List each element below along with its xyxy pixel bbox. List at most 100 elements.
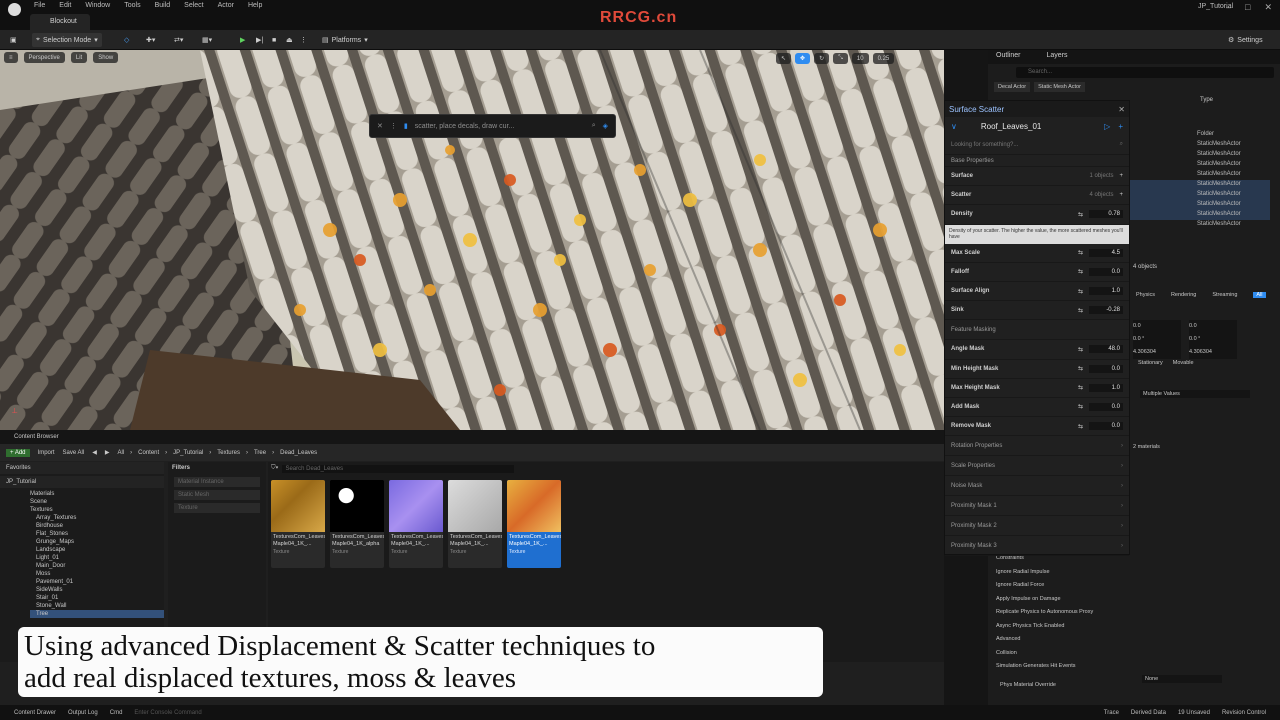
trace-button[interactable]: Trace xyxy=(1104,710,1119,716)
step-icon[interactable]: ▶| xyxy=(252,33,267,47)
angle-mask-row[interactable]: Angle Mask ⇆ 48.0 xyxy=(945,340,1129,360)
close-icon[interactable]: ✕ xyxy=(1264,2,1272,13)
breadcrumb-item[interactable]: Content xyxy=(138,450,159,456)
scatter-search-input[interactable]: Looking for something?... ⌕ xyxy=(945,135,1129,155)
asset-tile[interactable]: TexturesCom_Leaves_Norway Maple04_1K_...… xyxy=(271,480,325,568)
outliner-row-type[interactable]: StaticMeshActor xyxy=(1197,161,1241,167)
base-properties-header[interactable]: Base Properties xyxy=(945,155,1129,167)
folder-item[interactable]: Light_01 xyxy=(30,554,164,562)
scale-x-field[interactable]: 4.306304 xyxy=(1133,346,1181,359)
rotation-properties-section[interactable]: Rotation Properties › xyxy=(945,436,1129,457)
import-button[interactable]: Import xyxy=(38,450,55,456)
sink-row[interactable]: Sink ⇆ -0.28 xyxy=(945,301,1129,321)
filter-material-instance[interactable]: Material Instance xyxy=(174,477,260,487)
outliner-row-type[interactable]: StaticMeshActor xyxy=(1197,191,1241,197)
save-all-button[interactable]: Save All xyxy=(63,450,85,456)
tab-streaming[interactable]: Streaming xyxy=(1212,292,1237,298)
min-height-mask-row[interactable]: Min Height Mask ⇆ 0.0 xyxy=(945,360,1129,379)
surface-align-value[interactable]: 1.0 xyxy=(1089,287,1123,296)
perspective-button[interactable]: Perspective xyxy=(23,52,65,63)
breadcrumb-item[interactable]: Tree xyxy=(254,450,266,456)
breadcrumb-item[interactable]: All xyxy=(117,450,124,456)
filter-texture[interactable]: Texture xyxy=(174,503,260,513)
folder-item[interactable]: Birdhouse xyxy=(30,522,164,530)
density-value[interactable]: 0.78 xyxy=(1089,210,1123,219)
surface-row[interactable]: Surface 1 objects + xyxy=(945,167,1129,187)
selection-mode-dropdown[interactable]: ⌖ Selection Mode ▾ xyxy=(32,33,102,47)
add-mask-value[interactable]: 0.0 xyxy=(1089,402,1123,411)
folder-item[interactable]: Textures xyxy=(30,506,164,514)
chevron-down-icon[interactable]: ∨ xyxy=(951,122,957,131)
modes-icon[interactable]: ◇ xyxy=(120,33,133,47)
phys-material-dropdown[interactable]: None xyxy=(1142,675,1222,683)
folder-item[interactable]: Stair_01 xyxy=(30,594,164,602)
folder-item[interactable]: Array_Textures xyxy=(30,514,164,522)
level-viewport[interactable]: ≡ Perspective Lit Show ↖ ✥ ↻ ⤡ 10 0.25 ✕… xyxy=(0,50,944,430)
more-icon[interactable]: ⋮ xyxy=(296,33,311,47)
outliner-row-type[interactable]: StaticMeshActor xyxy=(1197,181,1241,187)
revision-control-button[interactable]: Revision Control xyxy=(1222,710,1266,716)
outliner-row-type[interactable]: Folder xyxy=(1197,131,1214,137)
outliner-row-type[interactable]: StaticMeshActor xyxy=(1197,201,1241,207)
max-scale-value[interactable]: 4.5 xyxy=(1089,248,1123,257)
cmd-dropdown[interactable]: Cmd xyxy=(110,710,123,716)
close-icon[interactable]: ✕ xyxy=(377,122,383,130)
root-folder[interactable]: JP_Tutorial xyxy=(0,476,164,488)
scale-snap-button[interactable]: 0.25 xyxy=(872,53,895,64)
bookmark-icon[interactable]: ▮ xyxy=(404,122,408,130)
rotation-y-field[interactable]: 0.0 ° xyxy=(1189,333,1237,346)
angle-mask-value[interactable]: 48.0 xyxy=(1089,345,1123,354)
maximize-icon[interactable]: □ xyxy=(1245,2,1250,13)
add-button[interactable]: + Add xyxy=(6,448,30,457)
max-height-mask-value[interactable]: 1.0 xyxy=(1089,383,1123,392)
unsaved-button[interactable]: 19 Unsaved xyxy=(1178,710,1210,716)
menu-actor[interactable]: Actor xyxy=(218,2,234,9)
cinematics-icon[interactable]: ▦▾ xyxy=(198,33,216,47)
folder-item[interactable]: Landscape xyxy=(30,546,164,554)
content-drawer-button[interactable]: Content Drawer xyxy=(14,710,56,716)
sink-value[interactable]: -0.28 xyxy=(1089,306,1123,315)
scatter-search-input[interactable]: scatter, place decals, draw cur... xyxy=(415,123,585,130)
filter-static-mesh-actor[interactable]: Static Mesh Actor xyxy=(1034,82,1085,92)
feature-masking-header[interactable]: Feature Masking xyxy=(945,320,1129,341)
diamond-icon[interactable]: ◈ xyxy=(603,122,608,130)
outliner-row-type[interactable]: StaticMeshActor xyxy=(1197,221,1241,227)
folder-item[interactable]: Materials xyxy=(30,490,164,498)
outliner-row-type[interactable]: StaticMeshActor xyxy=(1197,141,1241,147)
folder-item[interactable]: Flat_Stones xyxy=(30,530,164,538)
surface-align-row[interactable]: Surface Align ⇆ 1.0 xyxy=(945,282,1129,302)
stop-icon[interactable]: ■ xyxy=(268,33,280,47)
nav-back-icon[interactable]: ◀ xyxy=(92,449,97,456)
breadcrumb-item[interactable]: Textures xyxy=(217,450,240,456)
nav-forward-icon[interactable]: ▶ xyxy=(105,449,110,456)
folder-item[interactable]: Scene xyxy=(30,498,164,506)
settings-button[interactable]: ⚙ Settings xyxy=(1224,33,1267,47)
preset-selector[interactable]: ∨ Roof_Leaves_01 ▷ + xyxy=(945,117,1129,135)
outliner-row-type[interactable]: StaticMeshActor xyxy=(1197,171,1241,177)
menu-select[interactable]: Select xyxy=(184,2,203,9)
platforms-dropdown[interactable]: ▤ Platforms ▾ xyxy=(318,33,372,47)
filter-decal-actor[interactable]: Decal Actor xyxy=(994,82,1031,92)
asset-tile[interactable]: TexturesCom_Leaves_Norway Maple04_1K_...… xyxy=(448,480,502,568)
folder-item[interactable]: Grunge_Maps xyxy=(30,538,164,546)
outliner-row-type[interactable]: StaticMeshActor xyxy=(1197,151,1241,157)
scale-y-field[interactable]: 4.306304 xyxy=(1189,346,1237,359)
content-browser-tab[interactable]: Content Browser xyxy=(0,432,944,444)
add-icon[interactable]: + xyxy=(1119,192,1123,198)
scale-tool-icon[interactable]: ⤡ xyxy=(833,53,848,64)
viewport-menu-icon[interactable]: ≡ xyxy=(4,52,18,63)
grid-snap-button[interactable]: 10 xyxy=(851,53,869,64)
outliner-row-type[interactable]: StaticMeshActor xyxy=(1197,211,1241,217)
asset-tile[interactable]: TexturesCom_Leaves_Norway Maple04_1K_...… xyxy=(389,480,443,568)
folder-item[interactable]: Stone_Wall xyxy=(30,602,164,610)
menu-build[interactable]: Build xyxy=(155,2,171,9)
minimize-icon[interactable]: – xyxy=(1226,2,1231,13)
folder-item[interactable]: SideWalls xyxy=(30,586,164,594)
show-button[interactable]: Show xyxy=(93,52,119,63)
max-height-mask-row[interactable]: Max Height Mask ⇆ 1.0 xyxy=(945,379,1129,398)
asset-tile[interactable]: TexturesCom_Leaves_Norway Maple04_1K_alp… xyxy=(330,480,384,568)
eject-icon[interactable]: ⏏ xyxy=(282,33,297,47)
menu-edit[interactable]: Edit xyxy=(59,2,71,9)
proximity-mask-1-section[interactable]: Proximity Mask 1 › xyxy=(945,496,1129,517)
rotation-x-field[interactable]: 0.0 ° xyxy=(1133,333,1181,346)
